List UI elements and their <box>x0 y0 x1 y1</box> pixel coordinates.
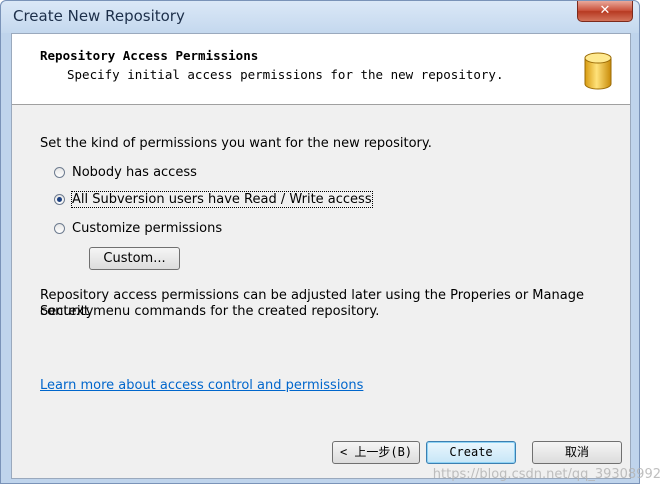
learn-more-link[interactable]: Learn more about access control and perm… <box>40 378 363 393</box>
custom-button[interactable]: Custom... <box>89 247 180 270</box>
radio-button-selected[interactable] <box>54 193 65 205</box>
radio-label: All Subversion users have Read / Write a… <box>71 190 373 208</box>
header-subtitle: Specify initial access permissions for t… <box>67 67 504 82</box>
note-line-2: context menu commands for the created re… <box>40 304 380 319</box>
radio-nobody-access[interactable]: Nobody has access <box>54 163 197 181</box>
permissions-prompt: Set the kind of permissions you want for… <box>40 136 432 151</box>
create-button[interactable]: Create <box>426 441 516 464</box>
dialog-window: Create New Repository ✕ Repository Acces… <box>0 0 640 484</box>
dialog-client-area: Repository Access Permissions Specify in… <box>11 33 631 479</box>
radio-label: Nobody has access <box>72 164 197 180</box>
close-button[interactable]: ✕ <box>577 1 633 22</box>
cancel-button[interactable]: 取消 <box>532 441 622 464</box>
radio-button[interactable] <box>54 166 65 178</box>
wizard-header: Repository Access Permissions Specify in… <box>12 34 630 105</box>
title-bar[interactable]: Create New Repository ✕ <box>1 1 639 33</box>
window-title: Create New Repository <box>13 7 185 25</box>
watermark-text: https://blog.csdn.net/qq_39308992 <box>432 467 661 482</box>
radio-customize-permissions[interactable]: Customize permissions <box>54 219 222 237</box>
radio-button[interactable] <box>54 222 65 234</box>
radio-label: Customize permissions <box>72 220 223 236</box>
close-icon: ✕ <box>599 3 611 18</box>
back-button[interactable]: < 上一步(B) <box>332 441 420 464</box>
database-cylinder-icon <box>584 52 612 90</box>
radio-all-users-read-write[interactable]: All Subversion users have Read / Write a… <box>54 190 373 208</box>
header-title: Repository Access Permissions <box>40 48 259 63</box>
